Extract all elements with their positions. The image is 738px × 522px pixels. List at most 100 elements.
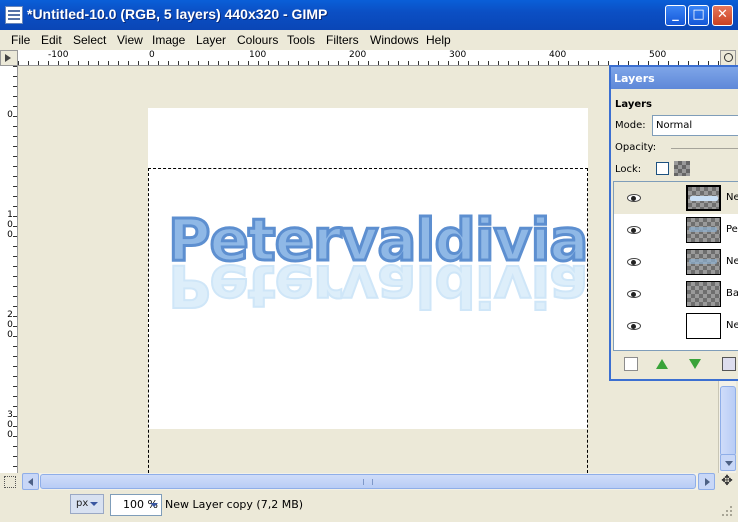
ruler-tick <box>13 126 17 127</box>
layer-row[interactable]: New <box>614 246 738 278</box>
ruler-label: 400 <box>549 50 567 60</box>
menu-image[interactable]: Image <box>152 33 185 47</box>
ruler-corner-menu-arrow[interactable] <box>0 50 18 66</box>
layer-row[interactable]: New <box>614 310 738 342</box>
ruler-tick <box>13 256 17 257</box>
ruler-tick <box>508 61 509 65</box>
maximize-button[interactable]: □ <box>688 5 709 26</box>
ruler-tick <box>13 386 17 387</box>
ruler-tick <box>13 296 17 297</box>
layer-thumbnail <box>686 185 721 211</box>
scroll-right-arrow-icon[interactable] <box>698 473 715 490</box>
layer-row[interactable]: Back <box>614 278 738 310</box>
menu-bar: File Edit Select View Image Layer Colour… <box>0 30 738 50</box>
ruler-tick <box>13 346 17 347</box>
visibility-eye-icon[interactable] <box>627 258 641 266</box>
raise-layer-icon[interactable] <box>656 359 668 369</box>
navigate-icon[interactable]: ✥ <box>718 473 736 490</box>
ruler-tick <box>288 61 289 65</box>
ruler-tick <box>198 61 199 65</box>
visibility-eye-icon[interactable] <box>627 226 641 234</box>
layer-thumbnail <box>686 281 721 307</box>
ruler-tick <box>13 216 17 217</box>
unit-select[interactable]: px <box>70 494 104 514</box>
vertical-scroll-thumb[interactable] <box>720 386 736 456</box>
ruler-tick <box>13 376 17 377</box>
quick-mask-toggle-icon[interactable] <box>4 476 16 488</box>
scroll-left-arrow-icon[interactable] <box>22 473 39 490</box>
layer-name: New <box>726 192 738 203</box>
ruler-tick <box>13 306 17 307</box>
opacity-label: Opacity: <box>615 142 657 153</box>
lock-pixels-checkbox[interactable] <box>656 162 669 175</box>
zoom-to-fit-icon[interactable] <box>720 50 736 66</box>
vertical-ruler[interactable]: 0 100 200 300 <box>0 66 18 473</box>
ruler-tick <box>68 61 69 65</box>
ruler-tick <box>13 76 17 77</box>
ruler-tick <box>238 61 239 65</box>
minimize-button[interactable]: _ <box>665 5 686 26</box>
layers-dialog-title[interactable]: Layers <box>611 67 738 89</box>
mode-select[interactable]: Normal <box>652 115 738 136</box>
ruler-tick <box>278 61 279 65</box>
ruler-tick <box>13 276 17 277</box>
menu-colours[interactable]: Colours <box>237 33 278 47</box>
menu-view[interactable]: View <box>117 33 143 47</box>
menu-file[interactable]: File <box>11 33 30 47</box>
visibility-eye-icon[interactable] <box>627 194 641 202</box>
resize-grip-icon[interactable] <box>718 502 734 518</box>
duplicate-layer-icon[interactable] <box>722 357 736 371</box>
close-button[interactable]: ✕ <box>712 5 733 26</box>
ruler-tick <box>13 406 17 407</box>
ruler-tick <box>188 61 189 65</box>
ruler-tick <box>13 136 17 137</box>
window-title: *Untitled-10.0 (RGB, 5 layers) 440x320 -… <box>27 6 328 22</box>
ruler-tick <box>108 61 109 65</box>
ruler-tick <box>13 146 17 147</box>
menu-tools[interactable]: Tools <box>287 33 315 47</box>
menu-filters[interactable]: Filters <box>326 33 359 47</box>
zoom-select[interactable]: 100 % <box>110 494 162 516</box>
ruler-tick <box>248 61 249 65</box>
ruler-tick <box>13 206 17 207</box>
visibility-eye-icon[interactable] <box>627 322 641 330</box>
layers-dialog: Layers Layers Mode: Normal Opacity: Lock… <box>609 65 738 381</box>
scroll-down-arrow-icon[interactable] <box>720 454 736 471</box>
layer-row[interactable]: Pete <box>614 214 738 246</box>
menu-select[interactable]: Select <box>73 33 106 47</box>
ruler-tick <box>13 336 17 337</box>
ruler-tick <box>528 61 529 65</box>
ruler-tick <box>138 61 139 65</box>
ruler-tick <box>13 246 17 247</box>
gimp-app-icon[interactable] <box>5 6 23 24</box>
lower-layer-icon[interactable] <box>689 359 701 369</box>
visibility-eye-icon[interactable] <box>627 290 641 298</box>
ruler-tick <box>598 61 599 65</box>
new-layer-icon[interactable] <box>624 357 638 371</box>
ruler-tick <box>13 466 17 467</box>
ruler-tick <box>148 61 149 65</box>
layer-list[interactable]: New Pete New Back New <box>613 181 738 351</box>
ruler-tick <box>13 166 17 167</box>
opacity-slider[interactable] <box>671 148 738 149</box>
horizontal-scroll-thumb[interactable] <box>40 474 696 489</box>
layer-row[interactable]: New <box>614 182 738 214</box>
ruler-tick <box>228 61 229 65</box>
ruler-tick <box>178 61 179 65</box>
horizontal-ruler[interactable]: -100 0 100 200 300 400 500 <box>18 50 720 66</box>
ruler-tick <box>13 116 17 117</box>
ruler-tick <box>578 61 579 65</box>
ruler-tick <box>418 61 419 65</box>
menu-edit[interactable]: Edit <box>41 33 62 47</box>
ruler-tick <box>408 61 409 65</box>
ruler-tick <box>558 61 559 65</box>
ruler-tick <box>308 61 309 65</box>
ruler-tick <box>78 61 79 65</box>
ruler-tick <box>13 356 17 357</box>
menu-layer[interactable]: Layer <box>196 33 226 47</box>
lock-alpha-icon[interactable] <box>674 161 690 176</box>
menu-windows[interactable]: Windows <box>370 33 419 47</box>
ruler-tick <box>13 236 17 237</box>
menu-help[interactable]: Help <box>426 33 451 47</box>
ruler-tick <box>208 61 209 65</box>
